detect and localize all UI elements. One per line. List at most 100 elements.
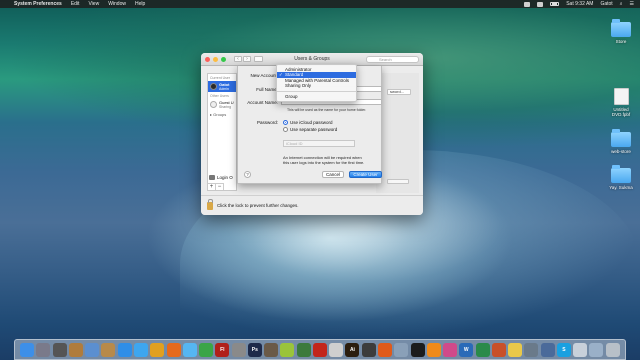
menu-edit[interactable]: Edit <box>71 1 80 7</box>
current-user-header: Current User <box>210 76 231 80</box>
menu-item-label: Standard <box>285 72 304 78</box>
downloads-icon[interactable] <box>589 342 604 357</box>
flash-icon[interactable]: Fl <box>215 342 230 357</box>
notes-icon[interactable] <box>508 342 523 357</box>
filezilla-icon[interactable] <box>312 342 327 357</box>
itunes-icon[interactable] <box>443 342 458 357</box>
use-separate-password-radio[interactable]: Use separate password <box>283 127 337 132</box>
add-user-button[interactable]: + <box>208 183 216 190</box>
menu-help[interactable]: Help <box>135 1 145 7</box>
minimize-icon[interactable] <box>213 56 218 62</box>
lock-icon[interactable] <box>207 198 213 210</box>
terminal-icon[interactable] <box>410 342 425 357</box>
safari-icon[interactable] <box>133 342 148 357</box>
sidebar-item-login-options[interactable]: Login O <box>209 175 233 180</box>
menu-view[interactable]: View <box>88 1 99 7</box>
gimp-icon[interactable] <box>264 342 279 357</box>
account-type-dropdown: Administrator ✓ Standard Managed with Pa… <box>276 64 357 102</box>
word-icon[interactable]: W <box>459 342 474 357</box>
cancel-button[interactable]: Cancel <box>322 171 344 178</box>
menubar-user[interactable]: Gatot <box>600 1 612 7</box>
house-icon <box>209 175 215 180</box>
document-icon <box>613 88 629 105</box>
lock-bar: Click the lock to prevent further change… <box>201 195 423 215</box>
forward-button[interactable]: › <box>243 56 251 62</box>
sidebar-item-groups[interactable]: ▸ Groups <box>208 110 236 119</box>
change-password-button[interactable]: sword... <box>387 89 411 95</box>
desktop-icon-yay-sukma[interactable]: Yay. Sukma <box>604 165 638 190</box>
folder-icon <box>611 19 631 37</box>
new-account-label: New Account: <box>250 73 278 78</box>
utility-icon[interactable] <box>524 342 539 357</box>
desktop-icon-label: Yay. Sukma <box>609 185 633 190</box>
user-role: Admin <box>219 87 229 91</box>
menu-window[interactable]: Window <box>108 1 126 7</box>
contacts-icon[interactable] <box>101 342 116 357</box>
app-store-icon[interactable] <box>117 342 132 357</box>
create-user-button[interactable]: Create User <box>349 171 382 178</box>
sidebar-item-gatot[interactable]: Gatot Admin <box>208 81 236 92</box>
spotlight-icon[interactable]: ⌕ <box>620 1 623 7</box>
search-input[interactable]: Search <box>366 56 419 63</box>
rocket-icon[interactable] <box>52 342 67 357</box>
photoshop-icon[interactable]: Ps <box>247 342 262 357</box>
mail-icon[interactable] <box>85 342 100 357</box>
reader-icon[interactable] <box>329 342 344 357</box>
menu-separator <box>277 90 356 92</box>
internet-note-line-2: this user logs into the system for the f… <box>283 160 365 166</box>
preview-icon[interactable] <box>394 342 409 357</box>
menu-item-sharing-only[interactable]: Sharing Only <box>277 83 356 88</box>
use-icloud-password-radio[interactable]: Use iCloud password <box>283 120 333 125</box>
illustrator-icon[interactable]: Ai <box>345 342 360 357</box>
chrome-icon[interactable] <box>150 342 165 357</box>
avatar <box>210 83 217 90</box>
show-all-grid-icon[interactable] <box>254 56 263 62</box>
full-name-label: Full Name: <box>256 87 278 92</box>
groups-label: Groups <box>213 112 227 117</box>
powerpoint-icon[interactable] <box>491 342 506 357</box>
close-icon[interactable] <box>205 56 210 62</box>
navigation-buttons: ‹ › <box>234 56 251 62</box>
battery-icon[interactable] <box>550 2 560 6</box>
network-icon[interactable] <box>540 342 555 357</box>
account-name-label: Account Name: <box>247 100 278 105</box>
android-icon[interactable] <box>280 342 295 357</box>
folder-icon <box>611 129 631 147</box>
documents-icon[interactable] <box>573 342 588 357</box>
photos-icon[interactable] <box>68 342 83 357</box>
menu-app-name[interactable]: System Preferences <box>14 1 62 7</box>
sublime-icon[interactable] <box>361 342 376 357</box>
panel-button[interactable] <box>387 179 409 184</box>
lock-message: Click the lock to prevent further change… <box>217 203 299 208</box>
menu-bar: System Preferences Edit View Window Help… <box>0 0 640 8</box>
finder-icon[interactable] <box>20 342 35 357</box>
firefox-dev-icon[interactable] <box>377 342 392 357</box>
messages-icon[interactable] <box>182 342 197 357</box>
user-status: Sharing <box>219 105 232 109</box>
system-preferences-icon[interactable] <box>231 342 246 357</box>
menu-item-group[interactable]: Group <box>277 94 356 99</box>
volume-icon[interactable] <box>537 1 544 7</box>
desktop-icon-store[interactable]: Store <box>604 19 638 44</box>
password-label: Password: <box>256 120 278 125</box>
firefox-icon[interactable] <box>166 342 181 357</box>
sidebar-item-guest[interactable]: Guest U Sharing <box>208 99 236 110</box>
vlc-icon[interactable] <box>426 342 441 357</box>
download-icon[interactable] <box>296 342 311 357</box>
icloud-id-field[interactable]: iCloud ID <box>283 140 355 147</box>
zoom-icon[interactable] <box>221 56 226 62</box>
notification-center-icon[interactable]: ☰ <box>630 1 634 7</box>
help-button[interactable]: ? <box>244 171 251 178</box>
menubar-clock[interactable]: Sat 9:32 AM <box>566 1 593 7</box>
desktop-icon-dvd[interactable]: Untitled DVD.fpbf <box>604 88 638 117</box>
trash-icon[interactable] <box>605 342 620 357</box>
desktop-icon-web-store[interactable]: web-store <box>604 129 638 154</box>
back-button[interactable]: ‹ <box>234 56 242 62</box>
remove-user-button[interactable]: − <box>216 183 224 190</box>
excel-icon[interactable] <box>475 342 490 357</box>
wifi-icon[interactable] <box>524 1 531 7</box>
launchpad-icon[interactable] <box>36 342 51 357</box>
add-remove-buttons: + − <box>208 183 224 190</box>
facetime-icon[interactable] <box>199 342 214 357</box>
skype-icon[interactable]: S <box>556 342 571 357</box>
